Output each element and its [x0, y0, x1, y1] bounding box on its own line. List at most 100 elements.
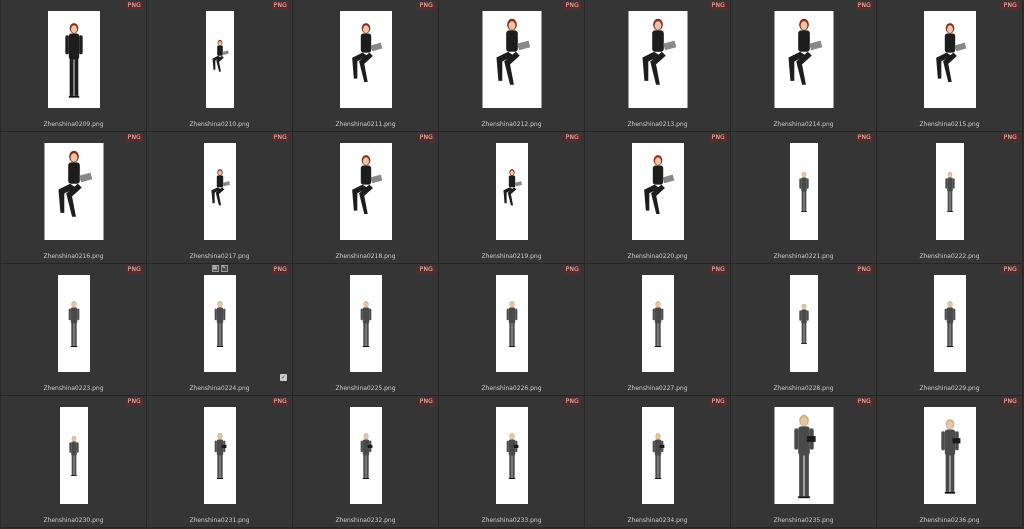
- thumbnail-tile[interactable]: PNG Zhenshina0232.png: [293, 396, 439, 528]
- file-name-label: Zhenshina0228.png: [773, 385, 834, 392]
- thumbnail-image[interactable]: [495, 407, 528, 504]
- thumbnail-tile[interactable]: PNG Zhenshina0211.png: [293, 0, 439, 132]
- thumbnail-image[interactable]: [774, 11, 833, 108]
- thumbnail-tile[interactable]: PNG Zhenshina0214.png: [731, 0, 877, 132]
- thumbnail-tile[interactable]: PNG Zhenshina0220.png: [585, 132, 731, 264]
- thumbnail-image[interactable]: [482, 11, 541, 108]
- thumbnail-tile[interactable]: PNG Zhenshina0221.png: [731, 132, 877, 264]
- file-type-badge: PNG: [855, 398, 873, 406]
- thumbnail-image[interactable]: [935, 143, 964, 240]
- file-type-badge: PNG: [1001, 134, 1019, 142]
- file-type-badge: PNG: [271, 134, 289, 142]
- file-type-badge: PNG: [563, 398, 581, 406]
- person-figure: [798, 303, 809, 345]
- thumbnail-image[interactable]: [628, 11, 687, 108]
- thumbnail-tile[interactable]: PNG Zhenshina0227.png: [585, 264, 731, 396]
- thumbnail-image[interactable]: [205, 11, 234, 108]
- file-name-label: Zhenshina0217.png: [189, 253, 250, 260]
- thumbnail-tile[interactable]: PNG Zhenshina0222.png: [877, 132, 1023, 264]
- file-type-badge: PNG: [417, 134, 435, 142]
- thumbnail-image[interactable]: [57, 275, 90, 372]
- file-name-label: Zhenshina0230.png: [43, 517, 104, 524]
- thumbnail-tile[interactable]: PNG Zhenshina0219.png: [439, 132, 585, 264]
- thumbnail-image[interactable]: [203, 407, 236, 504]
- person-figure: [351, 23, 382, 83]
- file-type-badge: PNG: [709, 398, 727, 406]
- thumbnail-image[interactable]: [339, 143, 392, 240]
- thumbnail-grid: PNG Zhenshina0209.png PNG Zhenshina0210.png…: [0, 0, 1024, 529]
- thumbnail-tile[interactable]: PNG Zhenshina0215.png: [877, 0, 1023, 132]
- thumbnail-tile[interactable]: PNG Zhenshina0230.png: [1, 396, 147, 528]
- file-name-label: Zhenshina0209.png: [43, 121, 104, 128]
- file-name-label: Zhenshina0234.png: [627, 517, 688, 524]
- file-name-label: Zhenshina0212.png: [481, 121, 542, 128]
- thumbnail-tile[interactable]: PNG Zhenshina0233.png: [439, 396, 585, 528]
- thumbnail-image[interactable]: [631, 143, 684, 240]
- thumbnail-tile[interactable]: PNG Zhenshina0236.png: [877, 396, 1023, 528]
- file-name-label: Zhenshina0236.png: [919, 517, 980, 524]
- person-figure: [506, 301, 517, 347]
- thumbnail-image[interactable]: [47, 11, 100, 108]
- thumbnail-image[interactable]: [789, 143, 818, 240]
- thumbnail-image[interactable]: [923, 11, 976, 108]
- tile-toolbar: ▦ ✎: [211, 265, 228, 272]
- file-name-label: Zhenshina0213.png: [627, 121, 688, 128]
- file-type-badge: PNG: [709, 266, 727, 274]
- thumbnail-image[interactable]: [774, 407, 833, 504]
- thumbnail-tile[interactable]: PNG Zhenshina0216.png: [1, 132, 147, 264]
- thumbnail-tile[interactable]: PNG Zhenshina0234.png: [585, 396, 731, 528]
- file-name-label: Zhenshina0233.png: [481, 517, 542, 524]
- thumbnail-image[interactable]: [349, 275, 382, 372]
- person-figure: [798, 171, 809, 213]
- file-name-label: Zhenshina0210.png: [189, 121, 250, 128]
- thumbnail-image[interactable]: [495, 143, 528, 240]
- person-figure: [641, 18, 676, 85]
- thumbnail-tile[interactable]: PNG Zhenshina0213.png: [585, 0, 731, 132]
- edit-icon[interactable]: ✎: [220, 265, 228, 272]
- file-name-label: Zhenshina0224.png: [189, 385, 250, 392]
- thumbnail-image[interactable]: [44, 143, 103, 240]
- thumbnail-tile[interactable]: PNG Zhenshina0217.png: [147, 132, 293, 264]
- person-figure: [643, 155, 674, 215]
- thumbnail-image[interactable]: [641, 275, 674, 372]
- file-name-label: Zhenshina0229.png: [919, 385, 980, 392]
- thumbnail-image[interactable]: [789, 275, 818, 372]
- file-name-label: Zhenshina0227.png: [627, 385, 688, 392]
- file-type-badge: PNG: [125, 266, 143, 274]
- thumbnail-tile[interactable]: PNG Zhenshina0226.png: [439, 264, 585, 396]
- thumbnail-tile[interactable]: PNG ▦ ✎ ✓ Zhenshina0224.png: [147, 264, 293, 396]
- thumbnail-tile[interactable]: PNG Zhenshina0223.png: [1, 264, 147, 396]
- file-name-label: Zhenshina0214.png: [773, 121, 834, 128]
- thumbnail-tile[interactable]: PNG Zhenshina0228.png: [731, 264, 877, 396]
- person-figure: [214, 301, 225, 347]
- checkbox-icon[interactable]: ✓: [280, 374, 287, 381]
- thumbnail-image[interactable]: [59, 407, 88, 504]
- thumbnail-tile[interactable]: PNG Zhenshina0212.png: [439, 0, 585, 132]
- thumbnail-image[interactable]: [203, 275, 236, 372]
- file-type-badge: PNG: [1001, 266, 1019, 274]
- file-type-badge: PNG: [417, 398, 435, 406]
- file-name-label: Zhenshina0231.png: [189, 517, 250, 524]
- person-figure: [652, 433, 664, 479]
- thumbnail-tile[interactable]: PNG Zhenshina0210.png: [147, 0, 293, 132]
- thumbnail-tile[interactable]: PNG Zhenshina0235.png: [731, 396, 877, 528]
- file-name-label: Zhenshina0223.png: [43, 385, 104, 392]
- person-figure: [68, 301, 79, 347]
- thumbnail-image[interactable]: [495, 275, 528, 372]
- thumbnail-tile[interactable]: PNG Zhenshina0231.png: [147, 396, 293, 528]
- thumbnail-image[interactable]: [203, 143, 236, 240]
- thumbnail-tile[interactable]: PNG Zhenshina0218.png: [293, 132, 439, 264]
- thumbnail-tile[interactable]: PNG Zhenshina0229.png: [877, 264, 1023, 396]
- file-name-label: Zhenshina0211.png: [335, 121, 396, 128]
- file-name-label: Zhenshina0226.png: [481, 385, 542, 392]
- thumbnail-image[interactable]: [933, 275, 966, 372]
- grid-view-icon[interactable]: ▦: [211, 265, 219, 272]
- thumbnail-image[interactable]: [339, 11, 392, 108]
- thumbnail-image[interactable]: [349, 407, 382, 504]
- file-type-badge: PNG: [855, 134, 873, 142]
- thumbnail-image[interactable]: [641, 407, 674, 504]
- thumbnail-image[interactable]: [923, 407, 976, 504]
- person-figure: [944, 171, 955, 213]
- thumbnail-tile[interactable]: PNG Zhenshina0225.png: [293, 264, 439, 396]
- thumbnail-tile[interactable]: PNG Zhenshina0209.png: [1, 0, 147, 132]
